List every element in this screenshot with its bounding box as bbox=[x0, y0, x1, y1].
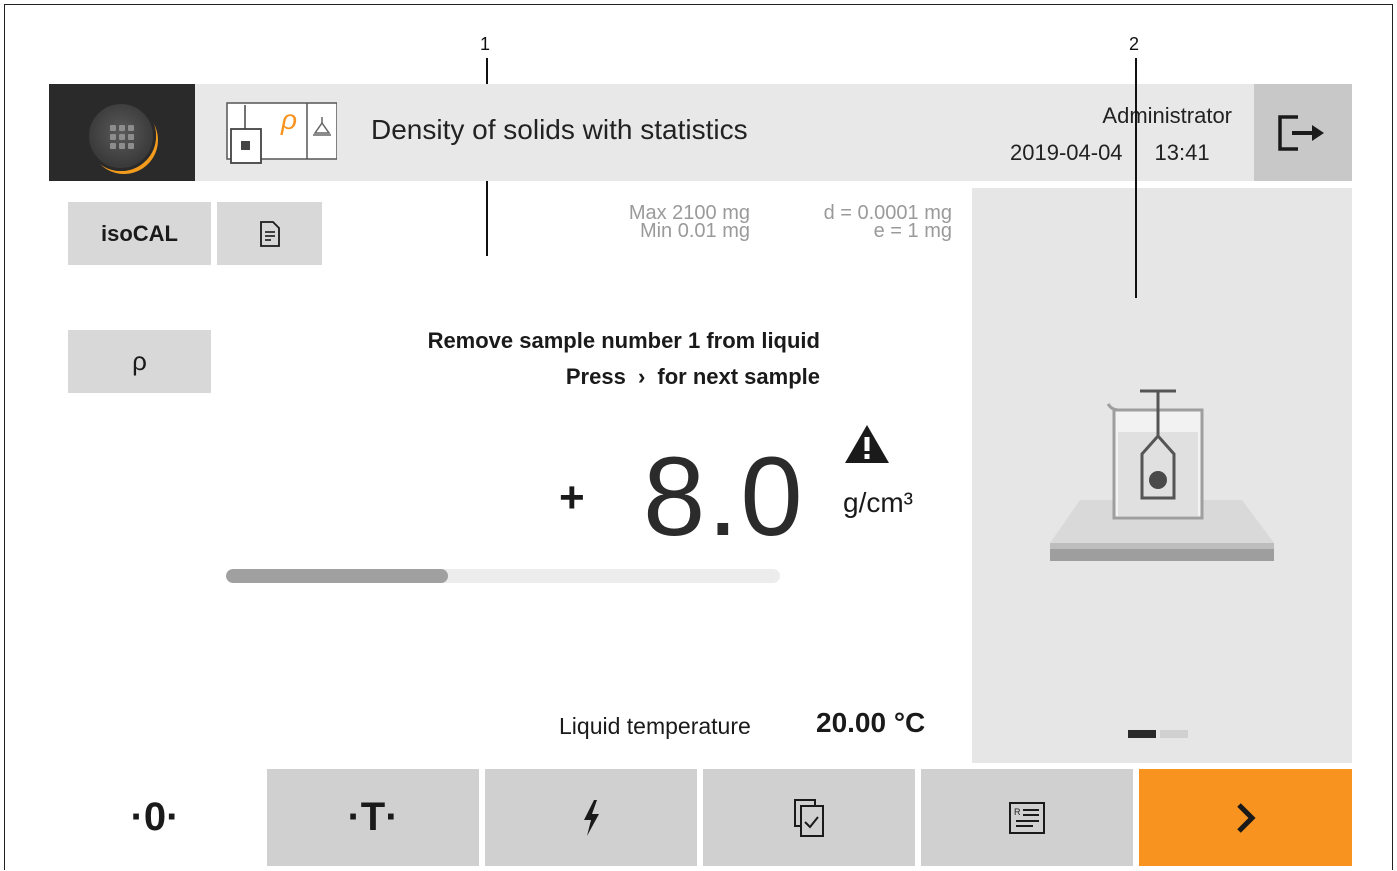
scale-capacity: Max 2100 mg Min 0.01 mg bbox=[590, 203, 750, 242]
results-button[interactable] bbox=[703, 769, 915, 866]
user-name: Administrator bbox=[1102, 103, 1232, 128]
tare-label: ·T· bbox=[347, 795, 399, 839]
menu-circle bbox=[86, 101, 156, 171]
warning-icon bbox=[843, 423, 891, 470]
page-dot-2[interactable] bbox=[1160, 730, 1188, 738]
menu-grid-icon bbox=[110, 125, 134, 149]
result-unit: g/cm³ bbox=[843, 487, 913, 518]
time: 13:41 bbox=[1154, 140, 1210, 165]
temperature-value: 20.00 °C bbox=[816, 707, 926, 738]
instruction-next-sample: for next sample bbox=[657, 364, 820, 389]
instruction-line-1: Remove sample number 1 from liquid bbox=[427, 328, 820, 353]
beaker-illustration-icon bbox=[1050, 389, 1274, 561]
flash-icon bbox=[584, 799, 599, 836]
app-icon-rho: ρ bbox=[280, 104, 297, 135]
rho-label: ρ bbox=[132, 346, 147, 376]
date-time: 2019-04-04 13:41 bbox=[1010, 140, 1210, 166]
verification-interval: e = 1 mg bbox=[873, 220, 952, 242]
flash-button[interactable] bbox=[485, 769, 697, 866]
min-capacity: Min 0.01 mg bbox=[639, 220, 750, 242]
tare-button[interactable]: ·T· bbox=[267, 769, 479, 866]
isocal-label: isoCAL bbox=[101, 220, 178, 246]
report-icon: R bbox=[1009, 801, 1045, 834]
report-button[interactable]: R bbox=[921, 769, 1133, 866]
scale-resolution: d = 0.0001 mg e = 1 mg bbox=[780, 203, 952, 242]
page-dot-1[interactable] bbox=[1128, 730, 1156, 738]
temperature-label: Liquid temperature bbox=[559, 713, 751, 739]
logout-button[interactable] bbox=[1254, 84, 1352, 181]
page-indicator[interactable] bbox=[1128, 730, 1188, 738]
page-title: Density of solids with statistics bbox=[371, 114, 748, 145]
protocol-button[interactable] bbox=[217, 202, 322, 265]
chevron-right-icon bbox=[1236, 802, 1256, 833]
result-value: 8.0 bbox=[643, 434, 805, 559]
copy-check-icon bbox=[794, 798, 824, 837]
density-button[interactable]: ρ bbox=[68, 330, 211, 393]
illustration-panel[interactable] bbox=[972, 188, 1352, 763]
svg-text:R: R bbox=[1014, 807, 1021, 817]
instruction-press: Press bbox=[565, 364, 626, 389]
callout-2-line bbox=[1135, 58, 1137, 298]
logout-icon bbox=[1278, 115, 1324, 151]
progress-bar bbox=[226, 569, 780, 583]
instruction-line-2: Press › for next sample bbox=[566, 364, 820, 390]
result-sign: + bbox=[559, 473, 585, 522]
density-app-icon: ρ bbox=[219, 99, 338, 165]
main-menu-button[interactable] bbox=[49, 84, 195, 181]
next-button[interactable] bbox=[1139, 769, 1352, 866]
callout-1: 1 bbox=[480, 34, 491, 54]
isocal-button[interactable]: isoCAL bbox=[68, 202, 211, 265]
next-symbol: › bbox=[637, 364, 646, 389]
date: 2019-04-04 bbox=[1010, 140, 1123, 165]
zero-button[interactable]: ·0· bbox=[49, 769, 261, 866]
callout-2: 2 bbox=[1129, 34, 1140, 54]
document-icon bbox=[259, 220, 280, 247]
progress-fill bbox=[226, 569, 448, 583]
